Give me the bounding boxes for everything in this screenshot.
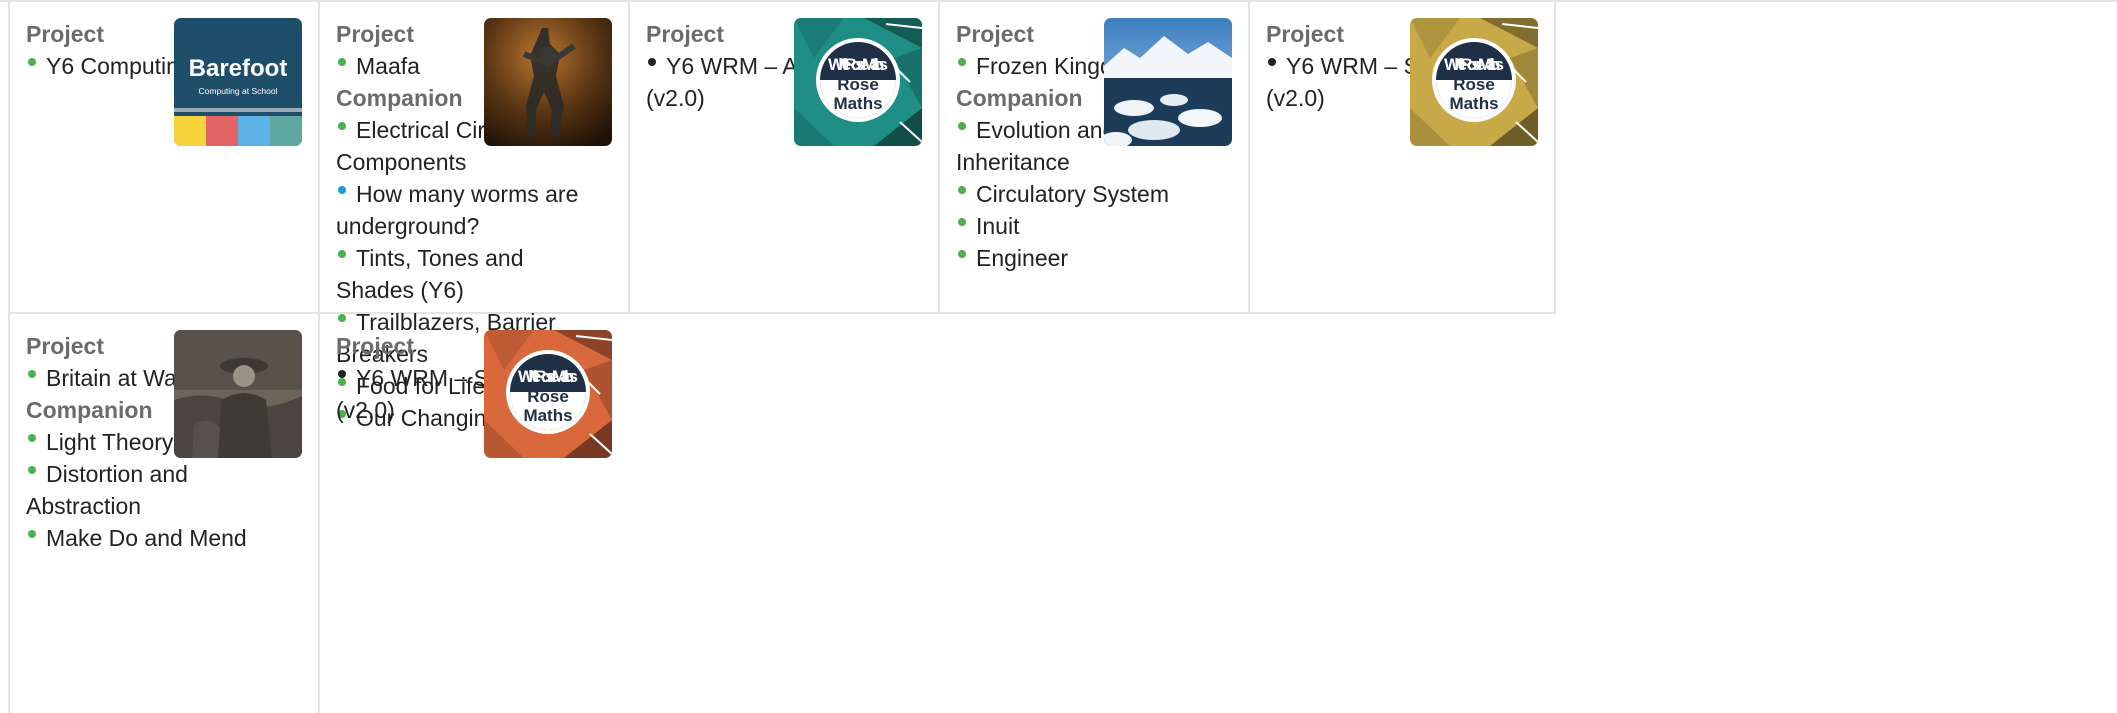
project-link-label: Evolution and Inheritance xyxy=(956,117,1116,175)
bullet-icon xyxy=(958,250,966,258)
bullet-icon xyxy=(28,466,36,474)
bullet-icon xyxy=(648,58,656,66)
bullet-icon xyxy=(338,370,346,378)
bullet-icon xyxy=(338,186,346,194)
barefoot-logo: Barefoot Computing at School xyxy=(174,18,302,146)
soldier-photo xyxy=(174,330,302,458)
project-link-label: Make Do and Mend xyxy=(46,525,247,551)
project-link-label: Tints, Tones and Shades (Y6) xyxy=(336,245,524,303)
statue-photo xyxy=(484,18,612,146)
project-link-label: Y6 Computing xyxy=(46,53,192,79)
project-link-label: Engineer xyxy=(976,245,1069,271)
project-link[interactable]: Circulatory System xyxy=(956,178,1201,210)
svg-text:Computing at School: Computing at School xyxy=(199,86,278,96)
svg-text:White Rose Maths: White Rose Maths xyxy=(828,55,888,74)
project-grid-page: Project Y6 Computing Barefoot Computing a… xyxy=(0,0,2117,713)
svg-text:Maths: Maths xyxy=(833,94,882,113)
svg-text:Rose: Rose xyxy=(527,387,569,406)
project-card: Project Y6 WRM – Spring (v2.0) White Rose… xyxy=(1248,2,1556,314)
svg-text:Maths: Maths xyxy=(523,406,572,425)
bullet-icon xyxy=(28,58,36,66)
project-link[interactable]: How many worms are underground? xyxy=(336,178,581,242)
bullet-icon xyxy=(958,218,966,226)
bullet-icon xyxy=(28,530,36,538)
project-link-label: Distortion and Abstraction xyxy=(26,461,188,519)
bullet-icon xyxy=(28,434,36,442)
project-link[interactable]: Inuit xyxy=(956,210,1201,242)
project-link-label: Circulatory System xyxy=(976,181,1169,207)
project-thumbnail[interactable]: Barefoot Computing at School xyxy=(174,18,302,146)
project-link[interactable]: Engineer xyxy=(956,242,1201,274)
bullet-icon xyxy=(958,186,966,194)
white-rose-maths-logo: White Rose Maths Rose Maths xyxy=(794,18,922,146)
project-link[interactable]: Make Do and Mend xyxy=(26,522,271,554)
project-link-label: How many worms are underground? xyxy=(336,181,579,239)
project-card: Project Maafa Companion Electrical Circuits… xyxy=(318,2,628,431)
bullet-icon xyxy=(958,58,966,66)
project-link-label: Inuit xyxy=(976,213,1020,239)
bullet-icon xyxy=(958,122,966,130)
bullet-icon xyxy=(338,58,346,66)
project-thumbnail[interactable]: White Rose Maths Rose Maths xyxy=(1410,18,1538,146)
project-link-label: Britain at War xyxy=(46,365,185,391)
project-card: Project Y6 WRM – Autumn (v2.0) White Rose… xyxy=(628,2,938,314)
bullet-icon xyxy=(28,370,36,378)
project-card: Project Britain at War Companion Light Theo… xyxy=(8,314,318,713)
white-rose-maths-logo: White Rose Maths Rose Maths xyxy=(1410,18,1538,146)
bullet-icon xyxy=(1268,58,1276,66)
project-link-label: Maafa xyxy=(356,53,420,79)
svg-text:Rose: Rose xyxy=(837,75,879,94)
project-link[interactable]: Tints, Tones and Shades (Y6) xyxy=(336,242,581,306)
project-thumbnail[interactable]: White Rose Maths Rose Maths xyxy=(484,330,612,458)
svg-text:White Rose Maths: White Rose Maths xyxy=(518,367,578,386)
project-thumbnail[interactable] xyxy=(484,18,612,146)
svg-text:Maths: Maths xyxy=(1449,94,1498,113)
project-grid: Project Y6 Computing Barefoot Computing a… xyxy=(0,0,2117,713)
project-link[interactable]: Distortion and Abstraction xyxy=(26,458,271,522)
white-rose-maths-logo: White Rose Maths Rose Maths xyxy=(484,330,612,458)
project-card: Project Y6 WRM – Summer (v2.0) White Rose… xyxy=(318,314,628,713)
project-thumbnail[interactable] xyxy=(174,330,302,458)
project-thumbnail[interactable]: White Rose Maths Rose Maths xyxy=(794,18,922,146)
project-card: Project Y6 Computing Barefoot Computing a… xyxy=(8,2,318,314)
svg-text:Barefoot: Barefoot xyxy=(189,55,288,82)
arctic-landscape-photo xyxy=(1104,18,1232,146)
svg-text:Rose: Rose xyxy=(1453,75,1495,94)
project-thumbnail[interactable] xyxy=(1104,18,1232,146)
svg-text:White Rose Maths: White Rose Maths xyxy=(1444,55,1504,74)
project-link-label: Light Theory xyxy=(46,429,174,455)
bullet-icon xyxy=(338,122,346,130)
project-card: Project Frozen Kingdoms Companion Evolution… xyxy=(938,2,1248,314)
bullet-icon xyxy=(338,250,346,258)
